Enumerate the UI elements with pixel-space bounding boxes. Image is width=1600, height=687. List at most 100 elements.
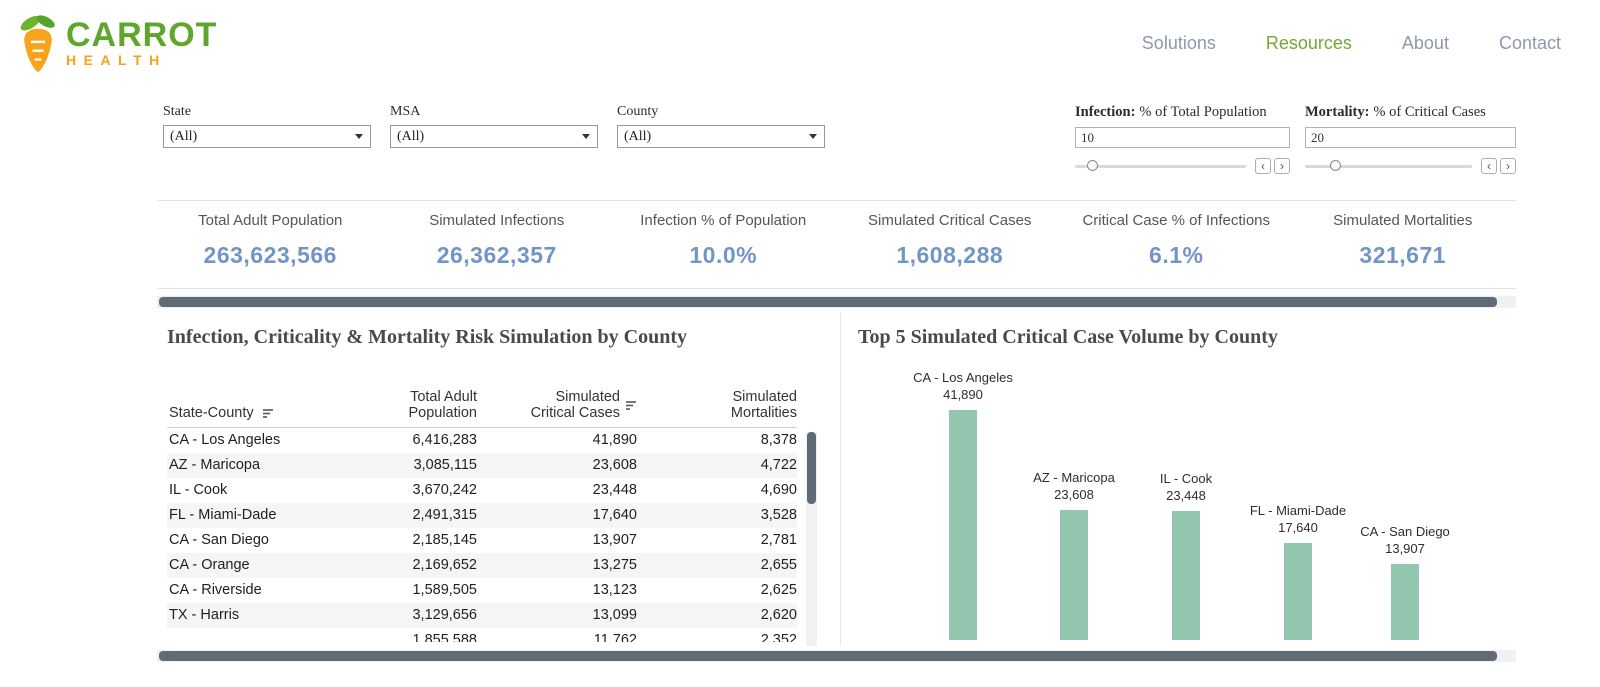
chevron-down-icon: [809, 134, 817, 139]
cell-critical-cases: 13,123: [592, 582, 637, 598]
bar-label-value: 13,907: [1385, 541, 1425, 556]
infection-value-input[interactable]: 10: [1075, 127, 1290, 148]
cell-state-county: CA - Riverside: [169, 582, 262, 598]
column-header-state-county[interactable]: State-County: [167, 405, 307, 421]
column-header-label: Total Adult Population: [408, 389, 477, 421]
table-vertical-scrollbar[interactable]: [806, 432, 817, 646]
kpi-card: Simulated Mortalities 321,671: [1290, 201, 1517, 288]
table-row[interactable]: FL - Miami-Dade 2,491,315 17,640 3,528: [167, 503, 797, 528]
table-row[interactable]: CA - San Diego 2,185,145 13,907 2,781: [167, 528, 797, 553]
table-row[interactable]: 1,855,588 11,762 2,352: [167, 628, 797, 642]
horizontal-scrollbar-bottom[interactable]: [157, 650, 1516, 662]
cell-state-county: FL - Miami-Dade: [169, 507, 277, 523]
kpi-card: Total Adult Population 263,623,566: [157, 201, 384, 288]
table-row[interactable]: CA - Orange 2,169,652 13,275 2,655: [167, 553, 797, 578]
cell-state-county: IL - Cook: [169, 482, 228, 498]
table-row[interactable]: AZ - Maricopa 3,085,115 23,608 4,722: [167, 453, 797, 478]
cell-mortalities: 3,528: [760, 507, 797, 523]
slider-decrement-button[interactable]: ‹: [1255, 158, 1271, 174]
nav-item-about[interactable]: About: [1402, 33, 1449, 54]
cell-population: 6,416,283: [412, 432, 477, 448]
sort-icon: [626, 400, 636, 410]
bar-label-value: 41,890: [943, 387, 983, 402]
mortality-label-bold: Mortality:: [1305, 104, 1370, 120]
chevron-down-icon: [355, 134, 363, 139]
table-header: State-County Total Adult Population Simu…: [167, 376, 797, 428]
bar-chart-panel: Top 5 Simulated Critical Case Volume by …: [848, 312, 1516, 646]
bar-mark[interactable]: [1391, 564, 1419, 640]
kpi-band: Total Adult Population 263,623,566 Simulat…: [157, 200, 1516, 289]
infection-label-rest: % of Total Population: [1139, 104, 1267, 120]
mortality-parameter: Mortality:% of Critical Cases 20 ‹ ›: [1305, 104, 1516, 174]
state-dropdown-value: (All): [170, 129, 198, 144]
logo-text: CARROT HEALTH: [66, 18, 217, 68]
nav-item-contact[interactable]: Contact: [1499, 33, 1561, 54]
county-dropdown-value: (All): [624, 129, 652, 144]
mortality-slider[interactable]: [1305, 160, 1472, 171]
column-header-mortalities[interactable]: Simulated Mortalities: [637, 389, 797, 421]
carrot-icon: [20, 15, 55, 73]
mortality-label-rest: % of Critical Cases: [1373, 104, 1486, 120]
cell-critical-cases: 23,448: [592, 482, 637, 498]
scrollbar-thumb[interactable]: [807, 432, 816, 504]
slider-increment-button[interactable]: ›: [1500, 158, 1516, 174]
kpi-title: Simulated Infections: [429, 212, 565, 229]
infection-label-bold: Infection:: [1075, 104, 1136, 120]
bar-mark[interactable]: [1172, 511, 1200, 640]
kpi-value: 10.0%: [689, 242, 758, 268]
cell-state-county: CA - Orange: [169, 557, 250, 573]
scrollbar-thumb[interactable]: [159, 651, 1497, 661]
logo-text-health: HEALTH: [66, 52, 167, 68]
cell-critical-cases: 13,099: [592, 607, 637, 623]
slider-decrement-button[interactable]: ‹: [1481, 158, 1497, 174]
mortality-slider-knob[interactable]: [1330, 160, 1342, 171]
bar-label-category: IL - Cook: [1159, 471, 1213, 486]
cell-state-county: AZ - Maricopa: [169, 457, 261, 473]
cell-population: 1,855,588: [412, 632, 477, 642]
column-header-critical-cases[interactable]: Simulated Critical Cases: [477, 389, 637, 421]
kpi-value: 6.1%: [1149, 242, 1204, 268]
county-table: State-County Total Adult Population Simu…: [167, 376, 797, 642]
bar-mark[interactable]: [949, 410, 977, 640]
horizontal-scrollbar-top[interactable]: [157, 296, 1516, 308]
cell-state-county: CA - Los Angeles: [169, 432, 281, 448]
slider-increment-button[interactable]: ›: [1274, 158, 1290, 174]
cell-state-county: CA - San Diego: [169, 532, 269, 548]
table-row[interactable]: CA - Los Angeles 6,416,283 41,890 8,378: [167, 428, 797, 453]
scrollbar-thumb[interactable]: [159, 297, 1497, 307]
nav-item-solutions[interactable]: Solutions: [1142, 33, 1216, 54]
site-header: CARROT HEALTH Solutions Resources About Con…: [0, 0, 1600, 92]
cell-critical-cases: 11,762: [593, 632, 637, 642]
page: CARROT HEALTH Solutions Resources About Con…: [0, 0, 1600, 687]
bar-chart: CA - Los Angeles 41,890 AZ - Maricopa 23,60…: [848, 312, 1516, 646]
nav-item-resources[interactable]: Resources: [1266, 33, 1352, 54]
infection-slider-knob[interactable]: [1086, 160, 1098, 171]
kpi-card: Critical Case % of Infections 6.1%: [1063, 201, 1290, 288]
infection-slider[interactable]: [1075, 160, 1246, 171]
infection-slider-arrows: ‹ ›: [1255, 158, 1290, 174]
table-row[interactable]: IL - Cook 3,670,242 23,448 4,690: [167, 478, 797, 503]
state-dropdown[interactable]: (All): [163, 125, 371, 148]
bar-mark[interactable]: [1060, 510, 1088, 640]
logo-text-carrot: CARROT: [66, 16, 218, 54]
cell-mortalities: 2,352: [760, 632, 797, 642]
county-dropdown[interactable]: (All): [617, 125, 825, 148]
kpi-card: Infection % of Population 10.0%: [610, 201, 837, 288]
cell-mortalities: 4,690: [760, 482, 797, 498]
state-filter-label: State: [163, 104, 191, 119]
mortality-value-input[interactable]: 20: [1305, 127, 1516, 148]
kpi-title: Infection % of Population: [640, 212, 807, 229]
table-row[interactable]: CA - Riverside 1,589,505 13,123 2,625: [167, 578, 797, 603]
cell-mortalities: 8,378: [760, 432, 797, 448]
cell-population: 3,670,242: [412, 482, 477, 498]
msa-dropdown[interactable]: (All): [390, 125, 598, 148]
bar-mark[interactable]: [1284, 543, 1312, 640]
kpi-title: Critical Case % of Infections: [1082, 212, 1271, 229]
table-row[interactable]: TX - Harris 3,129,656 13,099 2,620: [167, 603, 797, 628]
cell-critical-cases: 23,608: [592, 457, 637, 473]
carrot-health-logo[interactable]: CARROT HEALTH: [16, 12, 217, 74]
cell-mortalities: 2,655: [760, 557, 797, 573]
cell-critical-cases: 13,907: [592, 532, 637, 548]
column-header-population[interactable]: Total Adult Population: [307, 389, 477, 421]
bar-label-category: FL - Miami-Dade: [1249, 503, 1347, 518]
